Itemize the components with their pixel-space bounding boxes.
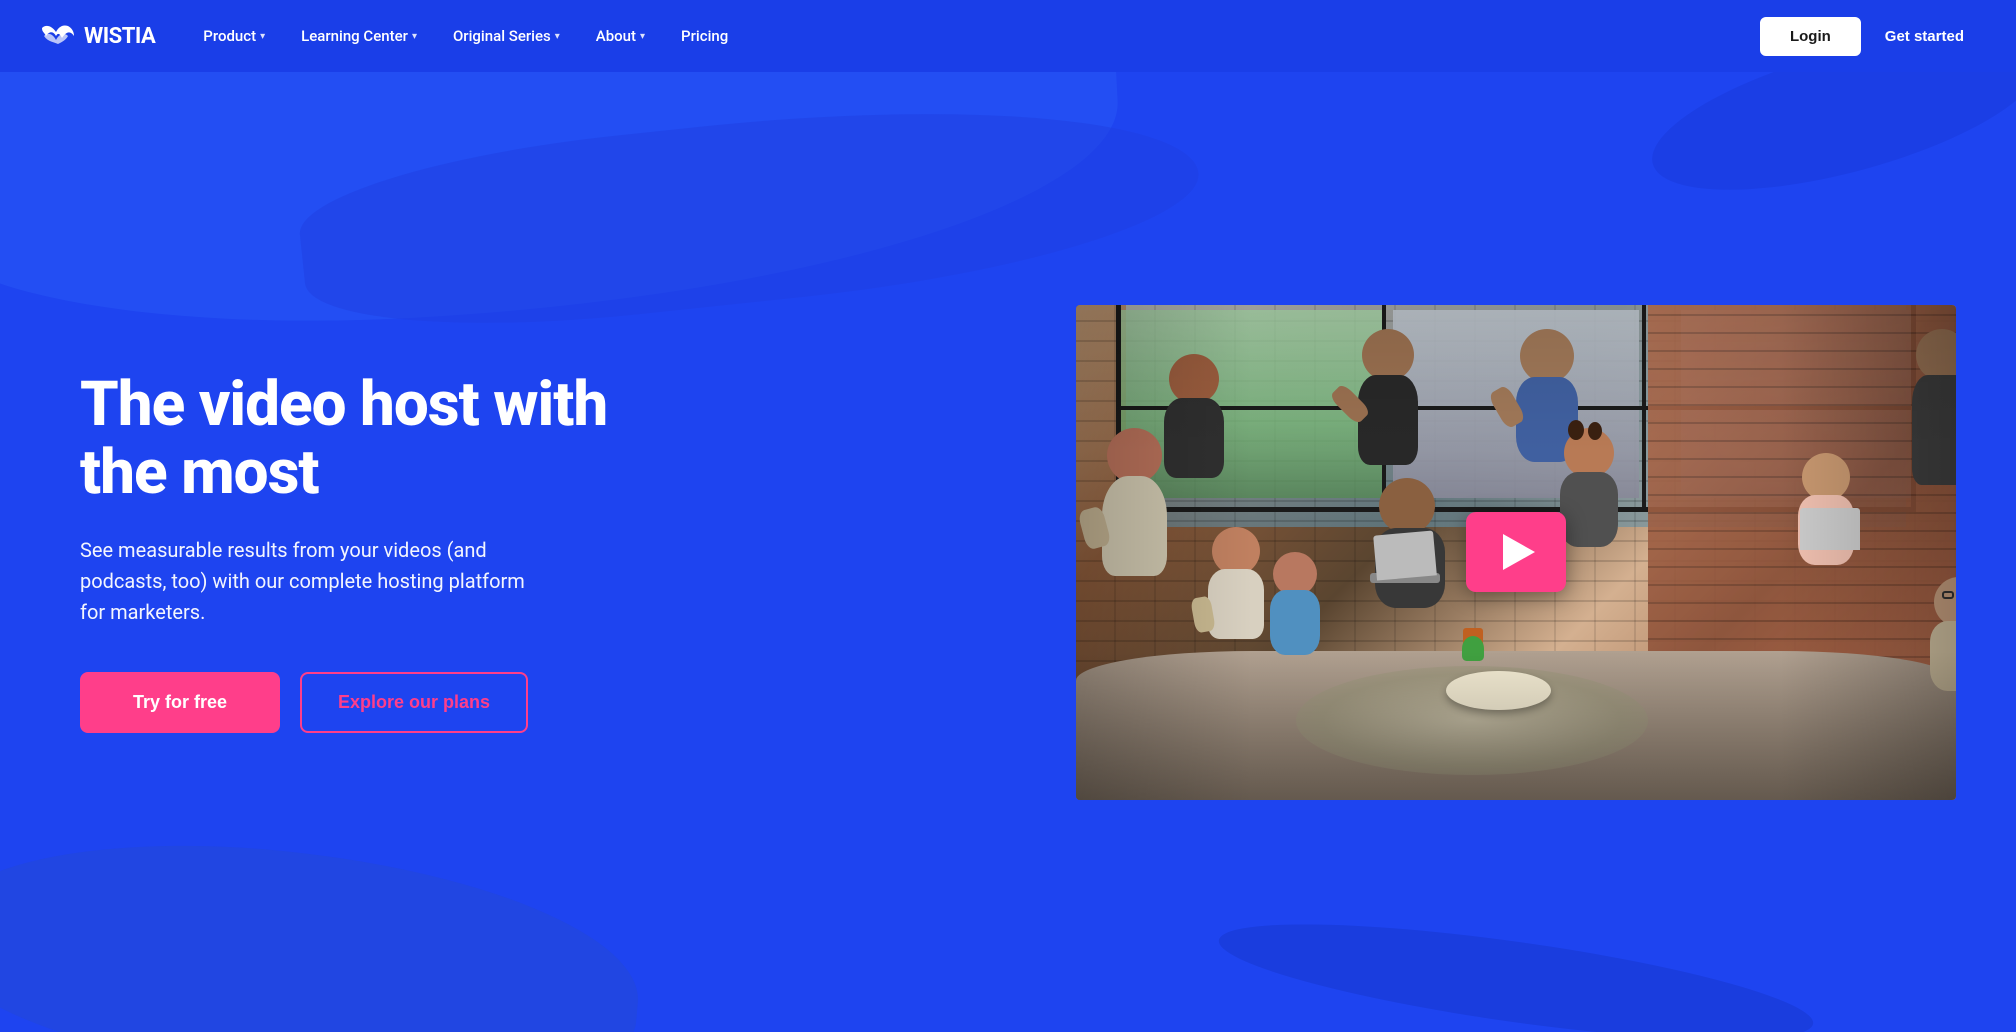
- chevron-down-icon: ▾: [412, 31, 417, 42]
- nav-learning-label: Learning Center: [301, 27, 408, 45]
- nav-item-original-series[interactable]: Original Series ▾: [437, 19, 576, 53]
- explore-plans-button[interactable]: Explore our plans: [300, 672, 528, 733]
- paint-stroke-top-right: [1637, 72, 2016, 222]
- hero-section: The video host with the most See measura…: [0, 72, 2016, 1032]
- logo-link[interactable]: WISTIA: [40, 22, 155, 50]
- paint-stroke-bottom: [1213, 901, 1818, 1032]
- navigation: WISTIA Product ▾ Learning Center ▾ Origi…: [0, 0, 2016, 72]
- hero-buttons: Try for free Explore our plans: [80, 672, 660, 733]
- hero-content: The video host with the most See measura…: [0, 245, 2016, 860]
- login-button[interactable]: Login: [1760, 17, 1861, 56]
- video-thumbnail[interactable]: [1076, 305, 1956, 800]
- play-icon: [1503, 534, 1535, 570]
- nav-links: Product ▾ Learning Center ▾ Original Ser…: [187, 19, 1760, 53]
- nav-item-learning-center[interactable]: Learning Center ▾: [285, 19, 433, 53]
- nav-item-pricing[interactable]: Pricing: [665, 19, 744, 53]
- nav-product-label: Product: [203, 27, 256, 45]
- try-for-free-button[interactable]: Try for free: [80, 672, 280, 733]
- hero-left: The video host with the most See measura…: [80, 371, 660, 733]
- get-started-button[interactable]: Get started: [1873, 19, 1976, 54]
- nav-cta-area: Login Get started: [1760, 17, 1976, 56]
- nav-series-label: Original Series: [453, 27, 551, 45]
- nav-pricing-label: Pricing: [681, 27, 728, 45]
- nav-item-about[interactable]: About ▾: [580, 19, 661, 53]
- logo-text: WISTIA: [84, 24, 155, 49]
- chevron-down-icon: ▾: [260, 31, 265, 42]
- hero-heading: The video host with the most: [80, 371, 660, 507]
- chevron-down-icon: ▾: [555, 31, 560, 42]
- nav-about-label: About: [596, 27, 636, 45]
- plant: [1463, 628, 1484, 661]
- hero-right: [700, 305, 1956, 800]
- chevron-down-icon: ▾: [640, 31, 645, 42]
- nav-item-product[interactable]: Product ▾: [187, 19, 281, 53]
- wistia-logo-icon: [40, 22, 76, 50]
- play-button[interactable]: [1466, 512, 1566, 592]
- hero-subheading: See measurable results from your videos …: [80, 535, 540, 628]
- play-button-overlay[interactable]: [1466, 512, 1566, 592]
